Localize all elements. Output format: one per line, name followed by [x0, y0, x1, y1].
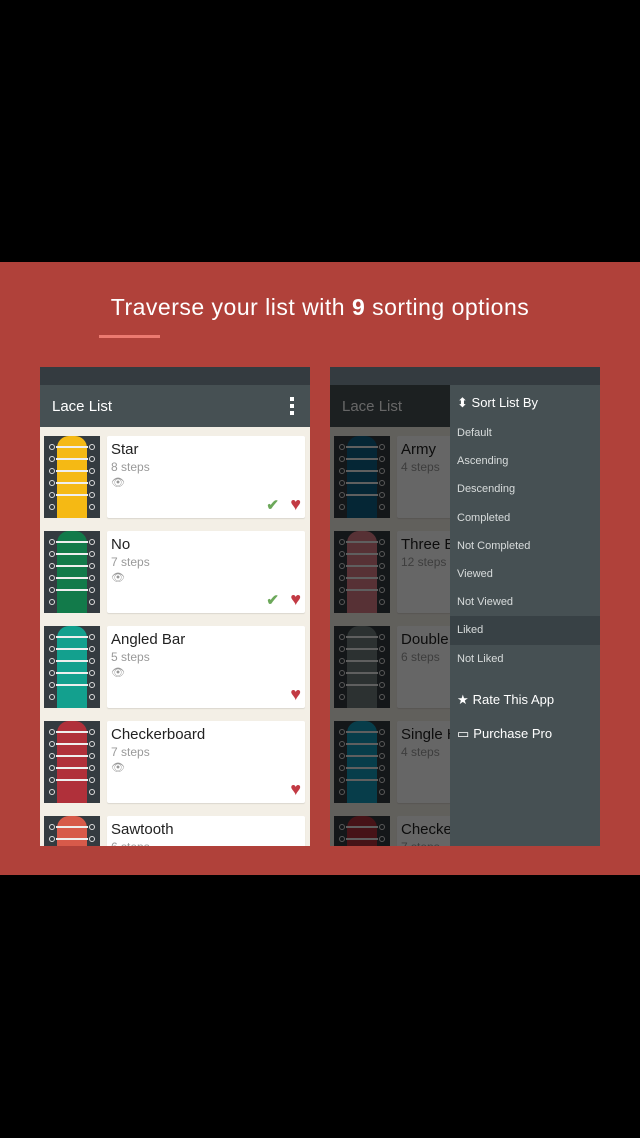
- lace-pattern-image: [44, 816, 100, 846]
- sort-option-not-liked[interactable]: Not Liked: [450, 645, 600, 673]
- sort-option-default[interactable]: Default: [450, 419, 600, 447]
- eye-icon: 👁: [111, 667, 125, 679]
- status-bar: [40, 367, 310, 385]
- lace-pattern-image: [44, 436, 100, 518]
- step-count: 5 steps: [111, 650, 150, 664]
- lace-card[interactable]: No 7 steps 👁 ✔ ♥: [107, 531, 305, 613]
- lace-card[interactable]: Checkerboard 7 steps 👁 ♥: [107, 721, 305, 803]
- list-item[interactable]: Checkerboard 7 steps 👁 ♥: [40, 721, 310, 807]
- eye-icon: 👁: [111, 477, 125, 489]
- lace-name: Angled Bar: [111, 631, 186, 648]
- headline: Traverse your list with 9 sorting option…: [110, 294, 530, 320]
- lace-card[interactable]: Sawtooth 6 steps: [107, 816, 305, 846]
- lace-name: No: [111, 536, 131, 553]
- sort-menu-header: ⬍ Sort List By: [457, 395, 538, 410]
- step-count: 8 steps: [111, 460, 150, 474]
- heart-icon[interactable]: ♥: [290, 494, 301, 515]
- step-count: 6 steps: [111, 840, 150, 846]
- sort-option-not-completed[interactable]: Not Completed: [450, 532, 600, 560]
- sort-menu: ⬍ Sort List By Default Ascending Descending…: [450, 385, 600, 846]
- lace-pattern-image: [44, 626, 100, 708]
- sort-option-ascending[interactable]: Ascending: [450, 447, 600, 475]
- sort-option-liked[interactable]: Liked: [450, 616, 600, 645]
- credit-card-icon: ▭: [457, 725, 470, 741]
- heart-icon[interactable]: ♥: [290, 779, 301, 800]
- phone-screen-list: Lace List Star 8 steps 👁 ✔ ♥ No 7 steps 👁 ✔ ♥ Angl…: [40, 367, 310, 846]
- lace-card[interactable]: Angled Bar 5 steps 👁 ♥: [107, 626, 305, 708]
- sort-icon: ⬍: [457, 395, 468, 410]
- heart-icon[interactable]: ♥: [290, 684, 301, 705]
- list-item[interactable]: No 7 steps 👁 ✔ ♥: [40, 531, 310, 617]
- app-title: Lace List: [52, 397, 113, 415]
- more-vert-icon[interactable]: [286, 393, 298, 419]
- eye-icon: 👁: [111, 762, 125, 774]
- sort-option-not-viewed[interactable]: Not Viewed: [450, 588, 600, 616]
- step-count: 7 steps: [111, 745, 150, 759]
- phone-screen-sort-menu: Lace List Army4 stepsThree B12 stepsDoub…: [330, 367, 600, 846]
- headline-underline: [99, 335, 160, 338]
- lace-name: Checkerboard: [111, 726, 206, 743]
- list-item[interactable]: Sawtooth 6 steps: [40, 816, 310, 846]
- star-icon: ★: [457, 691, 469, 707]
- eye-icon: 👁: [111, 572, 125, 584]
- lace-pattern-image: [44, 531, 100, 613]
- toolbar: Lace List: [40, 385, 310, 427]
- check-icon: ✔: [266, 497, 279, 514]
- heart-icon[interactable]: ♥: [290, 589, 301, 610]
- check-icon: ✔: [266, 592, 279, 609]
- lace-pattern-image: [44, 721, 100, 803]
- status-bar: [330, 367, 600, 385]
- rate-app-button[interactable]: ★ Rate This App: [450, 683, 600, 717]
- step-count: 7 steps: [111, 555, 150, 569]
- lace-name: Sawtooth: [111, 821, 174, 838]
- sort-option-viewed[interactable]: Viewed: [450, 560, 600, 588]
- list-item[interactable]: Star 8 steps 👁 ✔ ♥: [40, 436, 310, 522]
- lace-card[interactable]: Star 8 steps 👁 ✔ ♥: [107, 436, 305, 518]
- list-item[interactable]: Angled Bar 5 steps 👁 ♥: [40, 626, 310, 712]
- sort-option-descending[interactable]: Descending: [450, 475, 600, 503]
- lace-name: Star: [111, 441, 139, 458]
- purchase-pro-button[interactable]: ▭ Purchase Pro: [450, 717, 600, 751]
- sort-option-completed[interactable]: Completed: [450, 504, 600, 532]
